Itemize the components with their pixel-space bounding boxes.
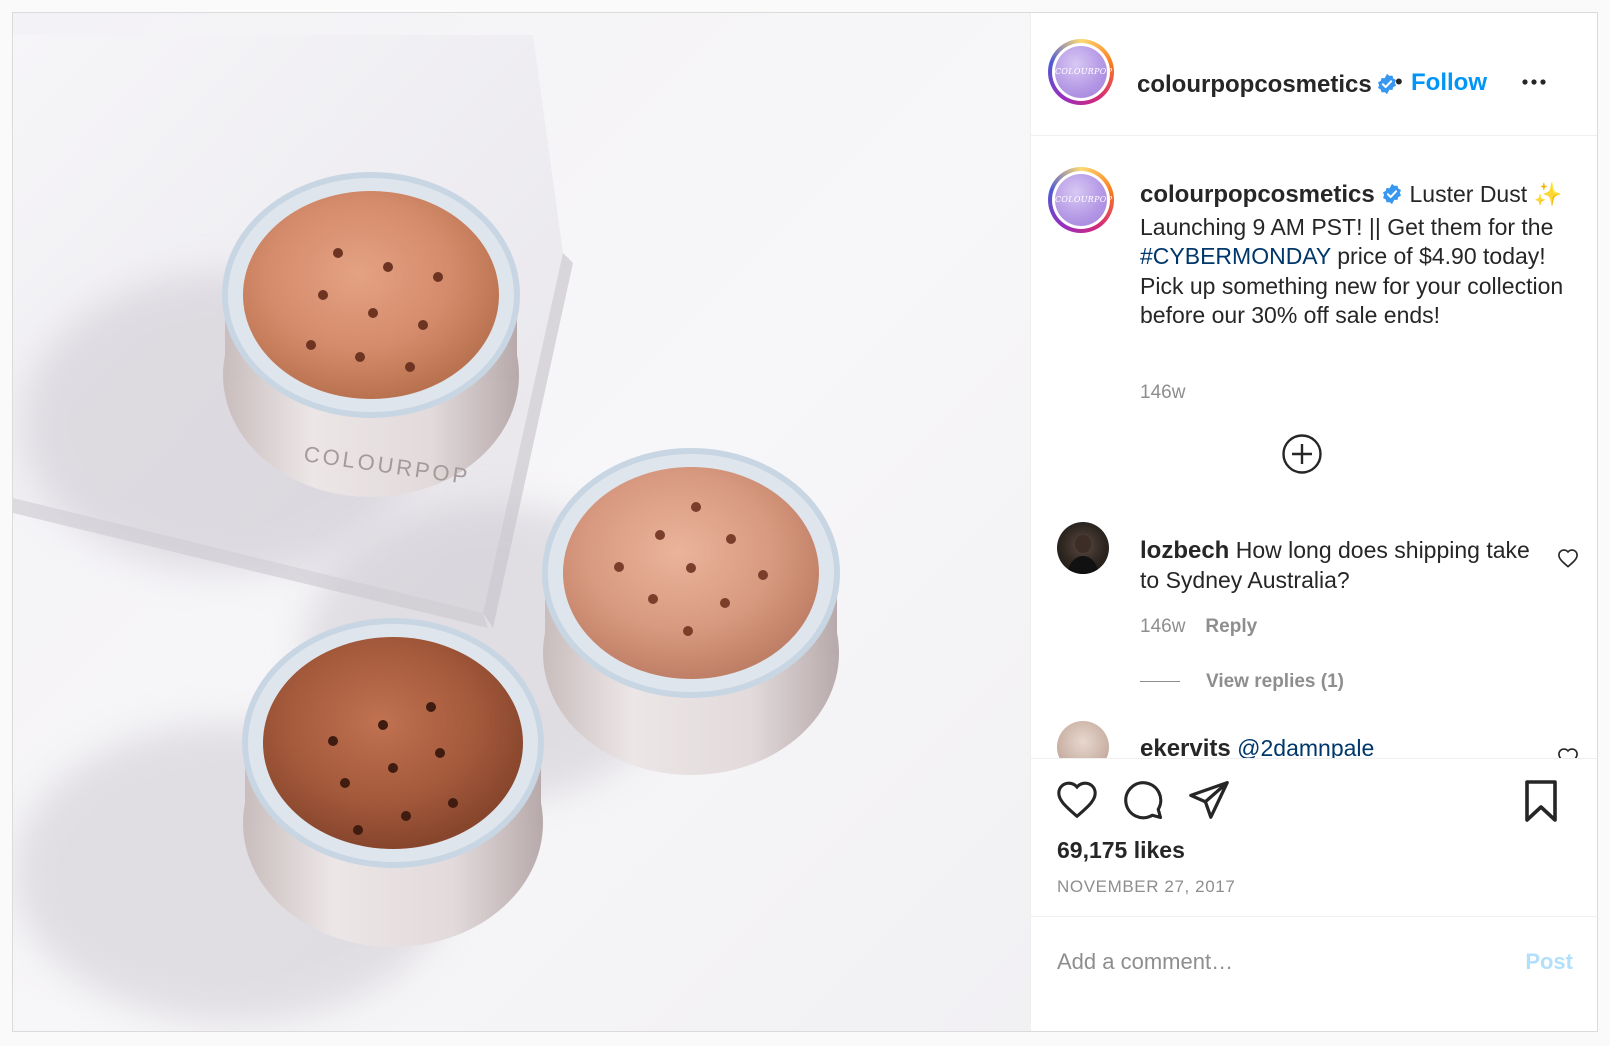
heart-icon[interactable]	[1055, 779, 1099, 824]
header-separator: •	[1395, 69, 1403, 94]
product-photo: COLOURPOP	[13, 35, 840, 1023]
avatar-photo: COLOURPOP	[1055, 174, 1112, 226]
share-icon[interactable]	[1187, 779, 1231, 824]
load-more-comments-icon[interactable]	[1281, 433, 1323, 480]
comment-input[interactable]	[1057, 945, 1477, 979]
post-header: COLOURPOP colourpopcosmetics • Follow	[1031, 13, 1597, 136]
view-replies-button[interactable]: View replies (1)	[1140, 671, 1344, 693]
header-username[interactable]: colourpopcosmetics	[1137, 71, 1372, 98]
post-dialog: COLOURPOP COLOURPOP colourpopcosmetics •…	[12, 12, 1598, 1032]
comment-mention[interactable]: @2damnpale	[1237, 735, 1374, 758]
comments-list[interactable]: COLOURPOP colourpopcosmetics Luster Dust…	[1031, 136, 1597, 758]
caption-hashtag[interactable]: #CYBERMONDAY	[1140, 243, 1331, 269]
header-username-group: colourpopcosmetics	[1137, 71, 1398, 100]
caption-avatar[interactable]: COLOURPOP	[1048, 167, 1114, 233]
comment-time: 146w	[1140, 616, 1186, 637]
bookmark-icon[interactable]	[1521, 779, 1561, 828]
profile-avatar[interactable]: COLOURPOP	[1048, 39, 1114, 105]
jar-bottom-left	[242, 618, 544, 947]
comment-username[interactable]: lozbech	[1140, 537, 1229, 564]
caption-username[interactable]: colourpopcosmetics	[1140, 181, 1375, 208]
caption-time: 146w	[1140, 382, 1186, 403]
follow-button[interactable]: Follow	[1411, 69, 1487, 97]
likes-count[interactable]: 69,175 likes	[1057, 837, 1185, 864]
avatar-photo: COLOURPOP	[1055, 46, 1112, 98]
post-actions: 69,175 likes NOVEMBER 27, 2017	[1031, 758, 1597, 917]
comment-meta: 146w Reply	[1140, 616, 1257, 638]
view-replies-label: View replies (1)	[1206, 671, 1344, 692]
ellipsis-icon[interactable]	[1521, 73, 1547, 91]
jar-top-left: COLOURPOP	[222, 172, 520, 497]
comment-icon[interactable]	[1121, 779, 1165, 826]
post-date: NOVEMBER 27, 2017	[1057, 877, 1236, 896]
comment-item: ekervits @2damnpale	[1140, 734, 1530, 758]
replies-divider	[1140, 681, 1180, 683]
verified-badge-icon	[1381, 183, 1403, 213]
post-comment-button[interactable]: Post	[1525, 949, 1573, 975]
comment-avatar[interactable]	[1057, 721, 1109, 758]
jar-right	[542, 448, 840, 775]
post-image[interactable]: COLOURPOP	[13, 13, 1030, 1031]
comment-heart-icon[interactable]	[1557, 548, 1579, 573]
comment-username[interactable]: ekervits	[1140, 735, 1231, 758]
add-comment-bar: Post	[1031, 916, 1597, 1032]
comment-avatar[interactable]	[1057, 522, 1109, 574]
post-caption: colourpopcosmetics Luster Dust ✨ Launchi…	[1140, 180, 1570, 331]
comment-heart-icon[interactable]	[1557, 747, 1579, 758]
reply-button[interactable]: Reply	[1205, 616, 1257, 637]
post-side-panel: COLOURPOP colourpopcosmetics • Follow CO…	[1030, 13, 1597, 1031]
comment-item: lozbech How long does shipping take to S…	[1140, 536, 1530, 595]
